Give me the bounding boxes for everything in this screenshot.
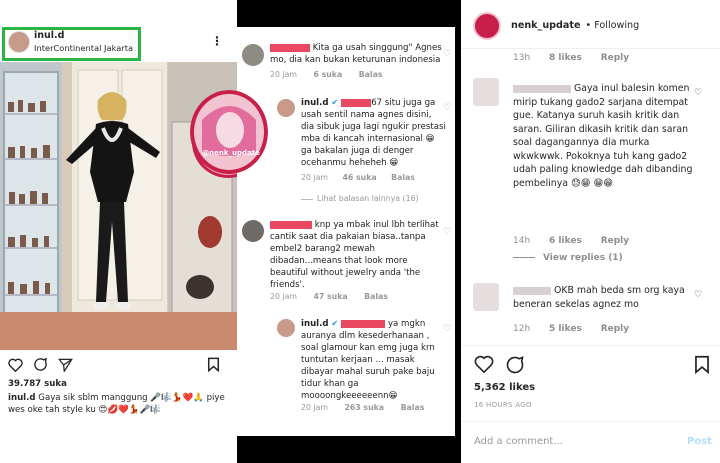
header-divider: [461, 48, 720, 49]
avatar[interactable]: [473, 283, 499, 311]
redacted-username: [513, 84, 571, 93]
redacted-username: [513, 286, 551, 295]
comment-username[interactable]: inul.d: [301, 319, 329, 329]
comment-meta: 12h 5 likes Reply: [513, 324, 629, 334]
comment-body: knp ya mbak inul lbh terlihat cantik saa…: [270, 219, 440, 291]
redacted-mention: [341, 319, 386, 328]
comment-box-divider: [461, 421, 720, 422]
like-heart-icon[interactable]: [474, 355, 494, 377]
comment-likes[interactable]: 6 suka: [313, 70, 342, 79]
comment-body: inul.d ✔ ya mgkn auranya dlm kesederhana…: [301, 318, 446, 402]
bookmark-icon[interactable]: [694, 355, 710, 378]
comment-body: Kita ga usah singgung" Agnes mo, dia kan…: [270, 42, 452, 66]
verified-badge-icon: ✔: [331, 98, 339, 108]
verified-badge-icon: ✔: [331, 319, 339, 329]
reply-button[interactable]: Balas: [359, 70, 383, 79]
post-timestamp: 16 HOURS AGO: [474, 401, 532, 409]
reply-button[interactable]: Reply: [601, 324, 629, 334]
panel-username[interactable]: nenk_update: [511, 20, 580, 31]
comment-text: ya mgkn auranya dlm kesederhanaan , soal…: [301, 319, 435, 401]
post-likes: 39.787 suka: [8, 379, 67, 389]
comment-likes[interactable]: 6 likes: [549, 236, 582, 246]
comment-icon[interactable]: [33, 357, 48, 376]
caption-username[interactable]: inul.d: [8, 393, 36, 403]
comment-text: situ juga ga usah sentil nama agnes disi…: [301, 98, 446, 168]
comment-likes[interactable]: 46 suka: [342, 173, 376, 182]
comment-like-icon[interactable]: ♡: [443, 49, 451, 59]
avatar[interactable]: [473, 78, 499, 106]
reply-button[interactable]: Balas: [401, 403, 425, 412]
watermark-text: @nenk_update: [202, 149, 260, 157]
comment-time: 20 jam: [270, 70, 297, 79]
comment-time: 12h: [513, 324, 531, 334]
instagram-post-card: inul.d InterContinental Jakarta ⋮ 39.787…: [0, 0, 237, 463]
share-icon[interactable]: [57, 357, 73, 376]
avatar[interactable]: [242, 44, 264, 66]
comment-body: inul.d ✔ 67 situ juga ga usah sentil nam…: [301, 97, 446, 169]
comment-like-icon[interactable]: ♡: [443, 103, 451, 113]
reply-button[interactable]: Reply: [601, 53, 629, 63]
comment-likes[interactable]: 5 likes: [549, 324, 582, 334]
view-more-replies[interactable]: Lihat balasan lainnya (16): [301, 194, 419, 203]
comment-meta: 20 jam 47 suka Balas: [270, 292, 388, 301]
avatar[interactable]: [242, 220, 264, 242]
comment-text: knp ya mbak inul lbh terlihat cantik saa…: [270, 220, 439, 290]
comment-meta: 20 jam 6 suka Balas: [270, 70, 382, 79]
reply-button[interactable]: Reply: [601, 236, 629, 246]
comment-meta: 20 jam 46 suka Balas: [301, 173, 415, 182]
post-likes[interactable]: 5,362 likes: [474, 382, 535, 393]
avatar[interactable]: [473, 12, 501, 40]
reply-button[interactable]: Balas: [364, 292, 388, 301]
comment-meta: 14h 6 likes Reply: [513, 236, 629, 246]
redacted-username: [270, 220, 312, 229]
avatar[interactable]: [277, 99, 295, 117]
comment-like-icon[interactable]: ♡: [694, 88, 702, 98]
redacted-username: [270, 43, 310, 52]
comment-text: Gaya inul balesin komen mirip tukang gad…: [513, 83, 693, 189]
comment-meta: 13h 8 likes Reply: [513, 53, 629, 63]
comment-screenshot: @nenk_update Kita ga usah singgung" Agne…: [190, 27, 455, 436]
comment-time: 20 jam: [301, 173, 328, 182]
post-caption: inul.d Gaya sik sblm manggung 🎤🎼💃❤️🙏 piy…: [8, 392, 232, 416]
following-button[interactable]: • Following: [586, 20, 640, 31]
bookmark-icon[interactable]: [207, 357, 220, 376]
redacted-mention: [341, 98, 372, 107]
comment-like-icon[interactable]: ♡: [443, 324, 451, 334]
reply-button[interactable]: Balas: [391, 173, 415, 182]
comment-body: OKB mah beda sm org kaya beneran sekelas…: [513, 284, 693, 311]
caption-text: Gaya sik sblm manggung 🎤🎼💃❤️🙏 piye wes o…: [8, 393, 225, 415]
comment-like-icon[interactable]: ♡: [694, 290, 702, 300]
comment-time: 20 jam: [301, 403, 328, 412]
comment-like-icon[interactable]: ♡: [443, 227, 451, 237]
comment-time: 14h: [513, 236, 531, 246]
actions-divider: [461, 345, 720, 346]
like-heart-icon[interactable]: [8, 357, 23, 376]
comment-likes[interactable]: 8 likes: [549, 53, 582, 63]
watermark-badge: @nenk_update: [190, 90, 268, 174]
post-button[interactable]: Post: [687, 436, 712, 447]
comment-time: 13h: [513, 53, 531, 63]
panel-header: nenk_update • Following: [511, 20, 639, 31]
view-replies-button[interactable]: View replies (1): [513, 253, 623, 263]
add-comment-input[interactable]: Add a comment...: [474, 436, 563, 447]
comment-likes[interactable]: 47 suka: [313, 292, 347, 301]
comment-body: Gaya inul balesin komen mirip tukang gad…: [513, 82, 693, 190]
comment-meta: 20 jam 263 suka Balas: [301, 403, 424, 412]
header-highlight-box: [2, 27, 141, 61]
comment-username[interactable]: inul.d: [301, 98, 329, 108]
instagram-comment-panel: nenk_update • Following 13h 8 likes Repl…: [461, 0, 720, 463]
comment-time: 20 jam: [270, 292, 297, 301]
comment-likes[interactable]: 263 suka: [344, 403, 384, 412]
more-options-icon[interactable]: ⋮: [211, 34, 223, 48]
comment-icon[interactable]: [505, 355, 525, 379]
mention-suffix: 67: [371, 98, 383, 108]
avatar[interactable]: [277, 319, 295, 337]
